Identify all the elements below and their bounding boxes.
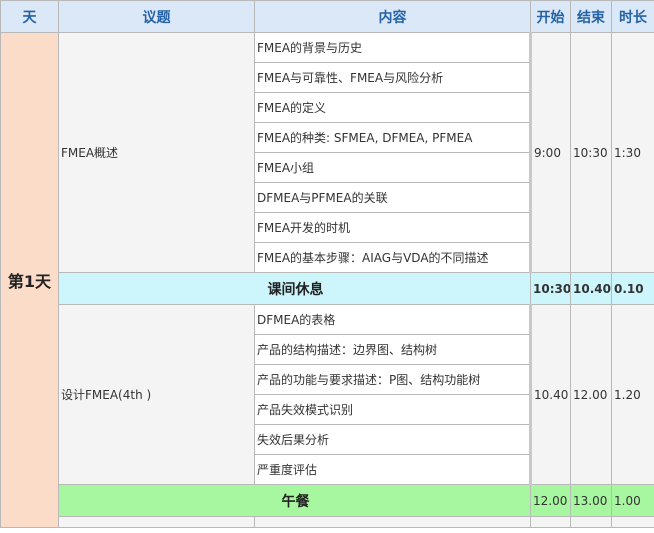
day-cell: 第1天 (0, 32, 59, 528)
content-item: 产品的功能与要求描述：P图、结构功能树 (254, 364, 532, 395)
content-item: FMEA的背景与历史 (254, 32, 532, 63)
header-duration: 时长 (611, 0, 654, 33)
table-row (1, 516, 654, 528)
content-item: 失效后果分析 (254, 424, 532, 455)
empty-cell (611, 516, 654, 528)
header-end: 结束 (570, 0, 612, 33)
session-duration: 1.20 (611, 304, 654, 485)
break-duration: 0.10 (611, 272, 654, 305)
empty-cell (58, 516, 255, 528)
break-end: 13.00 (570, 484, 612, 517)
header-content: 内容 (254, 0, 531, 33)
session-start: 9:00 (530, 32, 571, 273)
break-row: 课间休息 10:30 10.40 0.10 (1, 272, 654, 305)
content-item: FMEA的基本步骤：AIAG与VDA的不同描述 (254, 242, 532, 273)
content-item: FMEA的定义 (254, 92, 532, 123)
content-item: 产品失效模式识别 (254, 394, 532, 425)
schedule-page: 天 议题 内容 开始 结束 时长 第1天 FMEA概述 FMEA的背景与历史 9… (0, 0, 654, 533)
schedule-table: 天 议题 内容 开始 结束 时长 第1天 FMEA概述 FMEA的背景与历史 9… (0, 0, 654, 528)
session-duration: 1:30 (611, 32, 654, 273)
session-start: 10.40 (530, 304, 571, 485)
content-item: FMEA开发的时机 (254, 212, 532, 243)
empty-cell (530, 516, 571, 528)
header-day: 天 (0, 0, 59, 33)
content-item: DFMEA的表格 (254, 304, 532, 335)
empty-cell (254, 516, 531, 528)
session-end: 12.00 (570, 304, 612, 485)
break-label: 午餐 (58, 484, 531, 517)
empty-cell (570, 516, 612, 528)
header-start: 开始 (530, 0, 571, 33)
content-item: FMEA的种类: SFMEA, DFMEA, PFMEA (254, 122, 532, 153)
table-row: 设计FMEA(4th ) DFMEA的表格 10.40 12.00 1.20 (1, 304, 654, 485)
break-end: 10.40 (570, 272, 612, 305)
session-topic: FMEA概述 (58, 32, 255, 273)
content-item: FMEA小组 (254, 152, 532, 183)
content-item: 严重度评估 (254, 454, 532, 485)
break-label: 课间休息 (58, 272, 531, 305)
break-start: 12.00 (530, 484, 571, 517)
break-start: 10:30 (530, 272, 571, 305)
content-item: DFMEA与PFMEA的关联 (254, 182, 532, 213)
table-row: 第1天 FMEA概述 FMEA的背景与历史 9:00 10:30 1:30 (0, 32, 654, 528)
break-duration: 1.00 (611, 484, 654, 517)
session-topic: 设计FMEA(4th ) (58, 304, 255, 485)
content-item: 产品的结构描述：边界图、结构树 (254, 334, 532, 365)
header-row: 天 议题 内容 开始 结束 时长 (0, 0, 654, 33)
break-row: 午餐 12.00 13.00 1.00 (1, 484, 654, 517)
content-item: FMEA与可靠性、FMEA与风险分析 (254, 62, 532, 93)
session-end: 10:30 (570, 32, 612, 273)
header-topic: 议题 (58, 0, 255, 33)
